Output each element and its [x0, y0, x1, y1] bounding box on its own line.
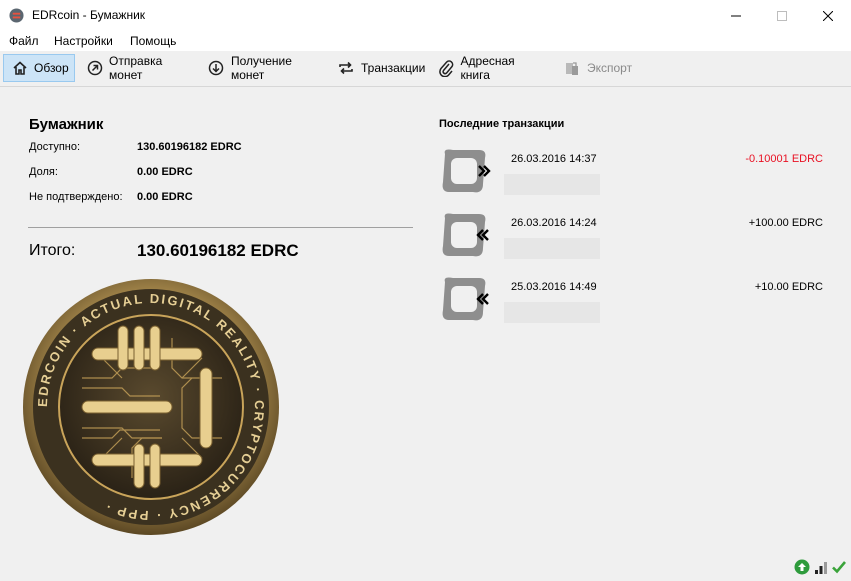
toolbar: Обзор Отправка монет Получение монет Тра…	[0, 51, 851, 87]
transaction-date: 25.03.2016 14:49	[511, 281, 597, 293]
close-icon	[823, 10, 833, 21]
tab-receive-label: Получение монет	[230, 54, 292, 82]
available-value: 130.60196182 EDRC	[137, 141, 242, 153]
tab-send-label: Отправка монет	[109, 54, 163, 82]
transaction-date: 26.03.2016 14:37	[511, 153, 597, 165]
sync-icon[interactable]	[794, 559, 810, 575]
paperclip-icon	[437, 59, 455, 77]
transaction-date: 26.03.2016 14:24	[511, 217, 597, 229]
menu-file[interactable]: Файл	[9, 34, 39, 48]
stake-value: 0.00 EDRC	[137, 166, 193, 178]
exchange-icon	[337, 59, 355, 77]
wallet-title: Бумажник	[29, 116, 104, 133]
menu-bar: Файл Настройки Помощь	[0, 31, 851, 51]
transaction-address-placeholder	[504, 302, 600, 323]
close-button[interactable]	[805, 0, 851, 31]
export-icon	[563, 59, 581, 77]
transaction-amount: +100.00 EDRC	[748, 217, 823, 229]
minimize-icon	[731, 15, 741, 16]
checkmark-icon[interactable]	[831, 559, 847, 575]
export-label: Экспорт	[587, 61, 633, 75]
menu-help[interactable]: Помощь	[130, 34, 176, 48]
maximize-button[interactable]	[759, 0, 805, 31]
maximize-icon	[777, 10, 787, 21]
home-icon	[12, 59, 28, 77]
title-bar: EDRcoin - Бумажник	[0, 0, 851, 31]
transaction-row[interactable]: 26.03.2016 14:37 -0.10001 EDRC	[439, 146, 829, 206]
tab-transactions-label: Транзакции	[361, 61, 426, 75]
edrcoin-coin-image: EDRCOIN · ACTUAL DIGITAL REALITY · CRYPT…	[23, 279, 279, 535]
outgoing-transaction-icon	[442, 149, 491, 193]
send-arrow-icon	[86, 59, 103, 77]
transaction-address-placeholder	[504, 174, 600, 195]
window-title: EDRcoin - Бумажник	[32, 8, 146, 22]
tab-overview[interactable]: Обзор	[3, 54, 75, 82]
unconfirmed-value: 0.00 EDRC	[137, 191, 193, 203]
total-label: Итого:	[29, 242, 76, 259]
transaction-amount: +10.00 EDRC	[754, 281, 823, 293]
unconfirmed-label: Не подтверждено:	[29, 191, 123, 203]
total-value: 130.60196182 EDRC	[137, 241, 299, 260]
transaction-address-placeholder	[504, 238, 600, 259]
available-label: Доступно:	[29, 141, 81, 153]
tab-overview-label: Обзор	[34, 61, 69, 75]
tab-send[interactable]: Отправка монет	[78, 54, 200, 82]
stake-label: Доля:	[29, 166, 58, 178]
transaction-row[interactable]: 25.03.2016 14:49 +10.00 EDRC	[439, 274, 829, 334]
tab-transactions[interactable]: Транзакции	[329, 54, 429, 82]
tab-address-book[interactable]: Адресная книга	[429, 54, 551, 82]
signal-bars-icon[interactable]	[813, 559, 829, 575]
incoming-transaction-icon	[442, 277, 489, 321]
recent-transactions-title: Последние транзакции	[439, 118, 565, 130]
edrcoin-logo-icon	[9, 8, 24, 23]
transaction-amount: -0.10001 EDRC	[745, 153, 823, 165]
export-button[interactable]: Экспорт	[555, 54, 639, 82]
tab-address-book-label: Адресная книга	[460, 54, 515, 82]
menu-settings[interactable]: Настройки	[54, 34, 113, 48]
incoming-transaction-icon	[442, 213, 489, 257]
tab-receive[interactable]: Получение монет	[200, 54, 329, 82]
transaction-row[interactable]: 26.03.2016 14:24 +100.00 EDRC	[439, 210, 829, 270]
divider	[28, 227, 413, 228]
receive-arrow-icon	[208, 59, 225, 77]
minimize-button[interactable]	[713, 0, 759, 31]
